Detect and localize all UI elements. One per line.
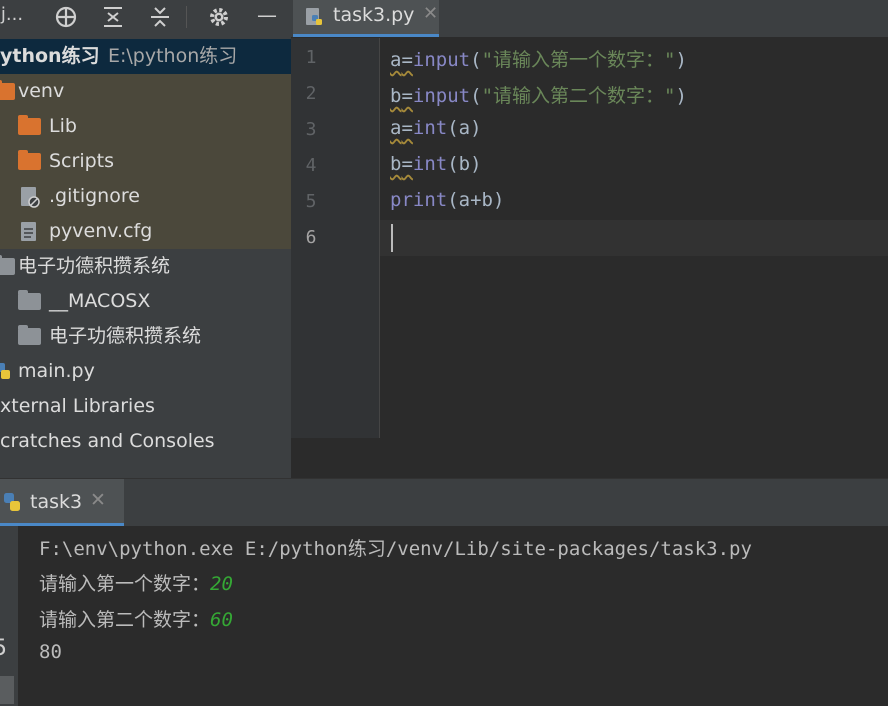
tab-label: task3.py <box>333 4 415 26</box>
tab-run-task3[interactable]: task3 ✕ <box>0 479 124 526</box>
code-line-5: print(a+b) <box>390 189 505 211</box>
ignored-file-icon <box>21 187 40 208</box>
folder-icon <box>18 325 41 345</box>
side-toolbar-fragment[interactable]: 5 <box>0 636 7 661</box>
tree-item-label: .gitignore <box>49 185 140 207</box>
gear-icon[interactable] <box>205 0 233 34</box>
tree-item-path: E:\python练习 <box>108 45 238 67</box>
tree-item-external-libraries[interactable]: xternal Libraries <box>0 389 291 424</box>
tree-item-label: ython练习 <box>0 45 100 67</box>
tree-item-label: pyvenv.cfg <box>49 220 153 242</box>
console-result: 80 <box>39 641 62 663</box>
tree-item-scripts[interactable]: Scripts <box>0 144 291 179</box>
tree-item-macosx[interactable]: __MACOSX <box>0 284 291 319</box>
line-number: 4 <box>305 155 317 176</box>
tree-item-label: main.py <box>18 360 95 382</box>
tab-task3-py[interactable]: task3.py ✕ <box>293 0 439 37</box>
tree-item-pyvenv-cfg[interactable]: pyvenv.cfg <box>0 214 291 249</box>
tree-item-lib[interactable]: Lib <box>0 109 291 144</box>
folder-icon <box>0 80 15 100</box>
python-file-icon <box>306 8 322 25</box>
side-toolbar-button[interactable] <box>0 676 14 704</box>
console-command-line: F:\env\python.exe E:/python练习/venv/Lib/s… <box>39 538 752 560</box>
hide-panel-icon[interactable]: — <box>254 0 280 34</box>
code-line-4: b=int(b) <box>390 153 482 175</box>
console-line: 请输入第二个数字：60 <box>39 609 233 631</box>
tree-item-label: cratches and Consoles <box>0 430 215 452</box>
editor-tab-bar: task3.py ✕ <box>291 0 888 37</box>
tree-item-project-root[interactable]: ython练习 E:\python练习 <box>0 39 291 74</box>
code-line-3: a=int(a) <box>390 117 482 139</box>
folder-icon <box>18 150 41 170</box>
tree-item-label: xternal Libraries <box>0 395 155 417</box>
current-line-highlight <box>380 220 888 256</box>
python-file-icon <box>0 363 10 379</box>
editor-empty-area <box>291 438 888 478</box>
toolbar-divider <box>186 6 187 28</box>
tree-item-label: Scripts <box>49 150 115 172</box>
config-file-icon <box>21 222 36 241</box>
tree-item-gitignore[interactable]: .gitignore <box>0 179 291 214</box>
text-caret <box>391 224 393 252</box>
code-editor[interactable]: a=input("请输入第一个数字：") b=input("请输入第二个数字："… <box>380 38 888 438</box>
code-line-1: a=input("请输入第一个数字：") <box>390 49 687 71</box>
run-console-output[interactable]: F:\env\python.exe E:/python练习/venv/Lib/s… <box>18 526 888 706</box>
tree-item-label: venv <box>18 80 65 102</box>
project-toolbar: j... — <box>0 0 291 34</box>
close-icon[interactable]: ✕ <box>90 489 106 511</box>
project-panel: j... — ython练习 E:\python练习 venv Lib Scri… <box>0 0 291 478</box>
line-number: 5 <box>305 191 317 212</box>
tree-item-venv[interactable]: venv <box>0 74 291 109</box>
tree-item-label: 电子功德积攒系统 <box>18 255 171 277</box>
code-line-2: b=input("请输入第二个数字：") <box>390 85 687 107</box>
tree-item-merit-system[interactable]: 电子功德积攒系统 <box>0 249 291 284</box>
console-line: 请输入第一个数字：20 <box>39 573 233 595</box>
line-number: 1 <box>305 47 317 68</box>
run-side-toolbar: 5 <box>0 526 18 706</box>
locate-icon[interactable] <box>52 0 80 34</box>
line-number: 3 <box>305 119 317 140</box>
folder-icon <box>0 255 15 275</box>
tree-item-main-py[interactable]: main.py <box>0 354 291 389</box>
project-name-label[interactable]: j... <box>0 0 24 34</box>
line-number: 2 <box>305 83 317 104</box>
tree-item-label: __MACOSX <box>49 290 151 312</box>
python-run-icon <box>4 493 20 511</box>
folder-icon <box>18 290 41 310</box>
run-tab-bar: task3 ✕ <box>0 478 888 526</box>
tree-item-scratches[interactable]: cratches and Consoles <box>0 424 291 459</box>
tree-item-label: 电子功德积攒系统 <box>49 325 202 347</box>
close-icon[interactable]: ✕ <box>423 3 438 24</box>
tree-item-merit-system-sub[interactable]: 电子功德积攒系统 <box>0 319 291 354</box>
line-number-gutter: 1 2 3 4 5 6 <box>291 38 380 438</box>
line-number: 6 <box>305 227 317 248</box>
collapse-all-icon[interactable] <box>146 0 174 34</box>
expand-all-icon[interactable] <box>99 0 127 34</box>
run-tab-label: task3 <box>30 491 83 513</box>
folder-icon <box>18 115 41 135</box>
tree-item-label: Lib <box>49 115 77 137</box>
